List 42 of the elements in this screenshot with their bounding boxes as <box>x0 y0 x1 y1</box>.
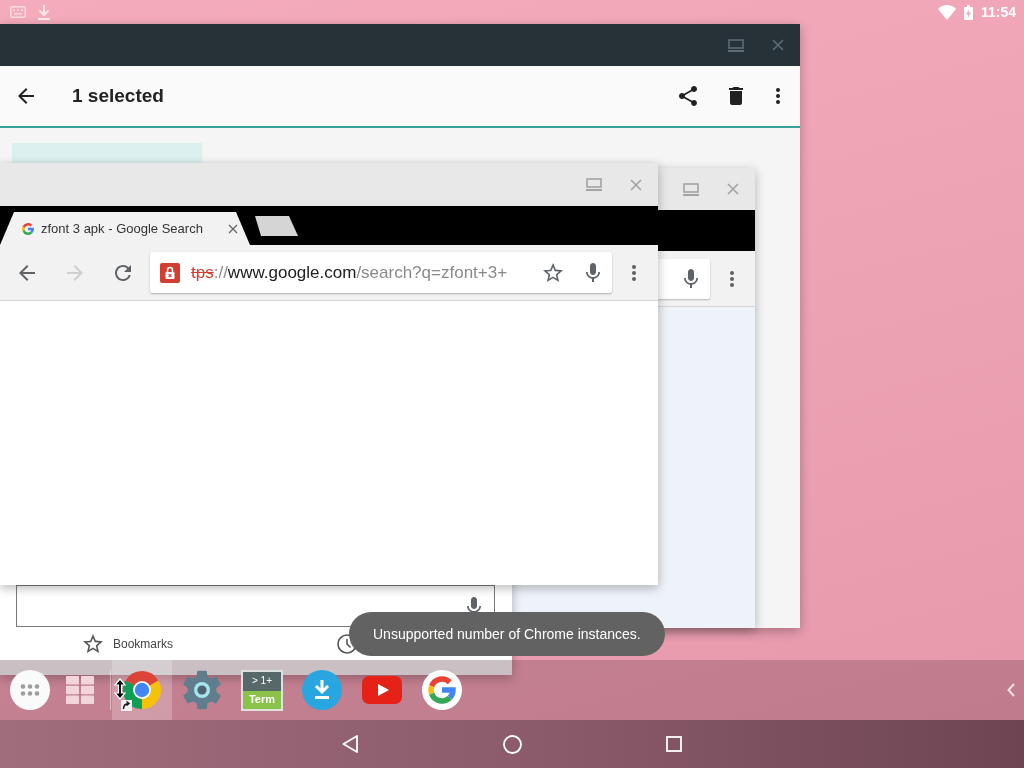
address-bar[interactable]: tps://www.google.com/search?q=zfont+3+ <box>150 252 612 293</box>
terminal-prompt-text: > 1+ <box>252 675 272 688</box>
app-button[interactable]: > 1+ Term <box>232 660 292 720</box>
resize-cursor-icon <box>114 678 132 712</box>
wifi-icon <box>937 4 956 20</box>
chrome-icon <box>123 671 161 709</box>
mic-icon[interactable] <box>586 263 600 282</box>
back-arrow-icon[interactable] <box>18 88 34 104</box>
reload-icon[interactable] <box>115 264 131 281</box>
app-drawer-icon[interactable] <box>10 670 50 710</box>
address-bar[interactable] <box>658 258 710 299</box>
back-icon[interactable] <box>342 735 358 753</box>
keyboard-icon <box>10 6 26 18</box>
close-icon[interactable] <box>228 223 238 234</box>
mic-icon[interactable] <box>684 269 698 288</box>
app-button[interactable] <box>112 660 172 720</box>
more-options-icon[interactable] <box>776 88 780 104</box>
download-icon <box>302 670 342 710</box>
maximize-icon[interactable] <box>728 38 744 52</box>
browser-tab[interactable]: zfont 3 apk - Google Search <box>0 212 250 245</box>
play-button-icon <box>362 676 402 704</box>
terminal-label: Term <box>248 692 276 705</box>
close-icon[interactable] <box>772 39 784 51</box>
recents-icon[interactable] <box>666 736 682 752</box>
chevron-left-icon[interactable] <box>1007 683 1015 697</box>
home-icon[interactable] <box>502 734 522 754</box>
url-text[interactable]: tps://www.google.com/search?q=zfont+3+ <box>191 262 543 283</box>
new-tab-button[interactable] <box>255 216 298 236</box>
download-icon <box>38 4 50 20</box>
battery-charging-icon <box>963 4 973 20</box>
google-g-icon <box>22 222 34 235</box>
gear-icon <box>183 670 221 710</box>
chrome-instances-toast: Unsupported number of Chrome instances. <box>349 612 665 656</box>
google-g-icon <box>422 670 462 710</box>
status-time: 11:54 <box>980 4 1016 20</box>
trash-icon[interactable] <box>729 87 743 105</box>
lock-icon[interactable] <box>160 262 180 283</box>
star-icon <box>83 634 103 653</box>
selection-count: 1 selected <box>72 85 164 107</box>
star-icon[interactable] <box>543 263 563 282</box>
share-icon[interactable] <box>679 86 697 106</box>
bookmarks-button[interactable]: Bookmarks <box>83 634 173 653</box>
